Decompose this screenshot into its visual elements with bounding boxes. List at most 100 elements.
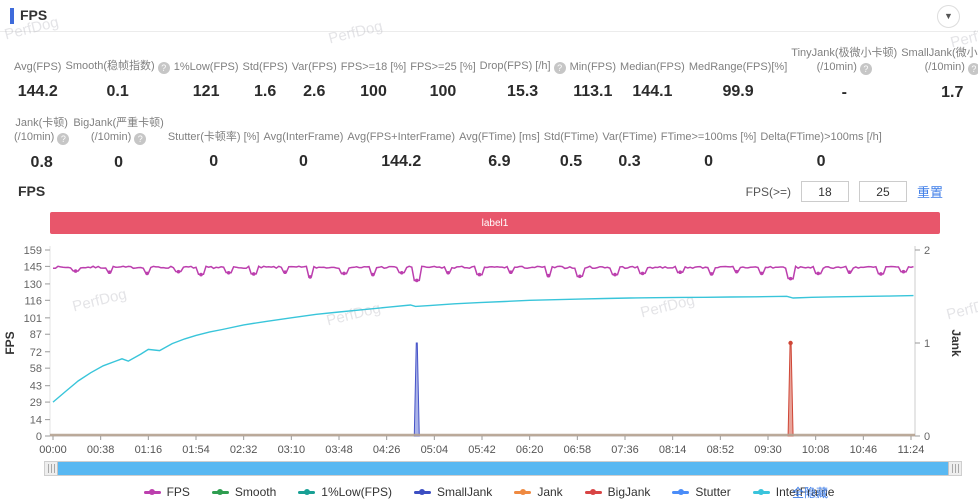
stat-label: Avg(InterFrame) — [264, 116, 344, 144]
stat-label: Std(FTime) — [544, 116, 599, 144]
help-icon[interactable]: ? — [554, 62, 566, 74]
stat-label: Var(FTime) — [602, 116, 656, 144]
stats-row-1: Avg(FPS)144.2Smooth(稳帧指数)?0.11%Low(FPS)1… — [12, 46, 964, 102]
legend-item-jank[interactable]: Jank — [514, 485, 562, 499]
accent-bar — [10, 8, 14, 24]
legend-label: Jank — [537, 485, 562, 499]
stat-label: Delta(FTime)>100ms [/h] — [760, 116, 882, 144]
svg-text:03:10: 03:10 — [278, 444, 306, 456]
stat-label: Avg(FPS) — [14, 46, 61, 74]
svg-text:87: 87 — [30, 329, 42, 341]
stat-item: Avg(FPS)144.2 — [12, 46, 63, 102]
legend-label: 1%Low(FPS) — [321, 485, 392, 499]
svg-text:58: 58 — [30, 363, 42, 375]
stat-item: Std(FPS) 1.6 — [241, 46, 290, 102]
legend-item-bigjank[interactable]: BigJank — [585, 485, 651, 499]
svg-text:06:20: 06:20 — [516, 444, 544, 456]
svg-text:116: 116 — [24, 295, 42, 307]
stat-label: Std(FPS) — [243, 46, 288, 74]
stat-label: Drop(FPS) [/h]? — [480, 46, 566, 74]
svg-text:Jank: Jank — [949, 329, 963, 357]
stat-label: Min(FPS) — [570, 46, 616, 74]
reset-link[interactable]: 重置 — [917, 182, 943, 201]
scrollbar-right-handle[interactable] — [948, 462, 961, 475]
stat-item: Median(FPS)144.1 — [618, 46, 687, 102]
legend-series-icon — [514, 491, 531, 494]
svg-text:72: 72 — [30, 347, 42, 359]
stat-label: Var(FPS) — [292, 46, 337, 74]
fps-threshold-input-2[interactable] — [859, 181, 907, 202]
stat-item: Min(FPS) 113.1 — [568, 46, 618, 102]
legend-item-fps[interactable]: FPS — [144, 485, 190, 499]
svg-text:1: 1 — [924, 338, 930, 350]
stat-value: 0.5 — [544, 153, 599, 171]
stat-label: TinyJank(极微小卡顿)(/10min)? — [791, 46, 897, 75]
help-icon[interactable]: ? — [57, 133, 69, 145]
legend-item-smooth[interactable]: Smooth — [212, 485, 276, 499]
stat-value: 0 — [760, 153, 882, 171]
perfdog-fps-page: FPS ▼ PerfDogPerfDogPerfDogPerfDogPerfDo… — [0, 0, 978, 504]
svg-text:130: 130 — [24, 279, 42, 291]
stat-item: Delta(FTime)>100ms [/h] 0 — [758, 116, 884, 172]
fps-chart-svg: 014294358728710111613014515901200:0000:3… — [0, 240, 978, 462]
stat-value: 113.1 — [570, 83, 616, 101]
legend-series-icon — [298, 491, 315, 494]
stat-label: FPS>=18 [%] — [341, 46, 406, 74]
stat-item: Avg(InterFrame) 0 — [262, 116, 346, 172]
stat-value: 0.8 — [14, 154, 69, 172]
section-header: FPS ▼ — [0, 0, 978, 32]
fps-threshold-controls: FPS(>=) 重置 — [746, 181, 943, 202]
svg-text:FPS: FPS — [3, 331, 17, 354]
stat-item: MedRange(FPS)[%]99.9 — [687, 46, 789, 102]
help-icon[interactable]: ? — [860, 63, 872, 75]
stat-value: 0 — [264, 153, 344, 171]
stat-label: Jank(卡顿)(/10min)? — [14, 116, 69, 145]
stat-value: 1.7 — [901, 84, 978, 102]
svg-text:11:24: 11:24 — [898, 444, 925, 456]
region-label-bar: label1 — [50, 212, 940, 234]
help-icon[interactable]: ? — [134, 133, 146, 145]
help-icon[interactable]: ? — [158, 62, 170, 74]
svg-text:101: 101 — [24, 313, 42, 325]
stat-value: 144.2 — [347, 153, 455, 171]
svg-text:159: 159 — [24, 245, 42, 257]
fps-threshold-input-1[interactable] — [801, 181, 849, 202]
svg-text:145: 145 — [24, 261, 42, 273]
legend-item-1-low-fps-[interactable]: 1%Low(FPS) — [298, 485, 392, 499]
stat-item: Avg(FPS+InterFrame)144.2 — [345, 116, 457, 172]
svg-text:0: 0 — [36, 431, 42, 443]
stat-item: BigJank(严重卡顿)(/10min)?0 — [71, 116, 165, 172]
stat-item: 1%Low(FPS)121 — [172, 46, 241, 102]
region-label-text: label1 — [482, 218, 509, 229]
stat-label: Median(FPS) — [620, 46, 685, 74]
legend-label: BigJank — [608, 485, 651, 499]
legend-label: FPS — [167, 485, 190, 499]
stat-item: Drop(FPS) [/h]? 15.3 — [478, 46, 568, 102]
hide-all-link[interactable]: 全隐藏 — [792, 484, 828, 501]
stat-value: 0.3 — [602, 153, 656, 171]
collapse-button[interactable]: ▼ — [937, 5, 960, 28]
svg-text:06:58: 06:58 — [564, 444, 592, 456]
legend-item-smalljank[interactable]: SmallJank — [414, 485, 492, 499]
stat-value: 0.1 — [65, 83, 169, 101]
legend-label: Smooth — [235, 485, 276, 499]
svg-text:01:54: 01:54 — [182, 444, 210, 456]
stat-value: 1.6 — [243, 83, 288, 101]
legend-series-icon — [144, 491, 161, 494]
stat-value: 15.3 — [480, 83, 566, 101]
scrollbar-track[interactable] — [58, 462, 948, 475]
stat-item: Var(FPS)2.6 — [290, 46, 339, 102]
legend-item-stutter[interactable]: Stutter — [672, 485, 730, 499]
fps-chart-plot[interactable]: 014294358728710111613014515901200:0000:3… — [0, 240, 978, 462]
svg-text:01:16: 01:16 — [135, 444, 163, 456]
chart-scrollbar[interactable] — [44, 461, 962, 476]
scrollbar-left-handle[interactable] — [45, 462, 58, 475]
stat-item: Stutter(卡顿率) [%]0 — [166, 116, 262, 172]
stat-value: 0 — [661, 153, 757, 171]
stat-item: Avg(FTime) [ms]6.9 — [457, 116, 542, 172]
help-icon[interactable]: ? — [968, 63, 978, 75]
svg-text:10:46: 10:46 — [850, 444, 878, 456]
stat-value: 100 — [410, 83, 475, 101]
stat-item: FPS>=25 [%]100 — [408, 46, 477, 102]
svg-text:00:38: 00:38 — [87, 444, 115, 456]
